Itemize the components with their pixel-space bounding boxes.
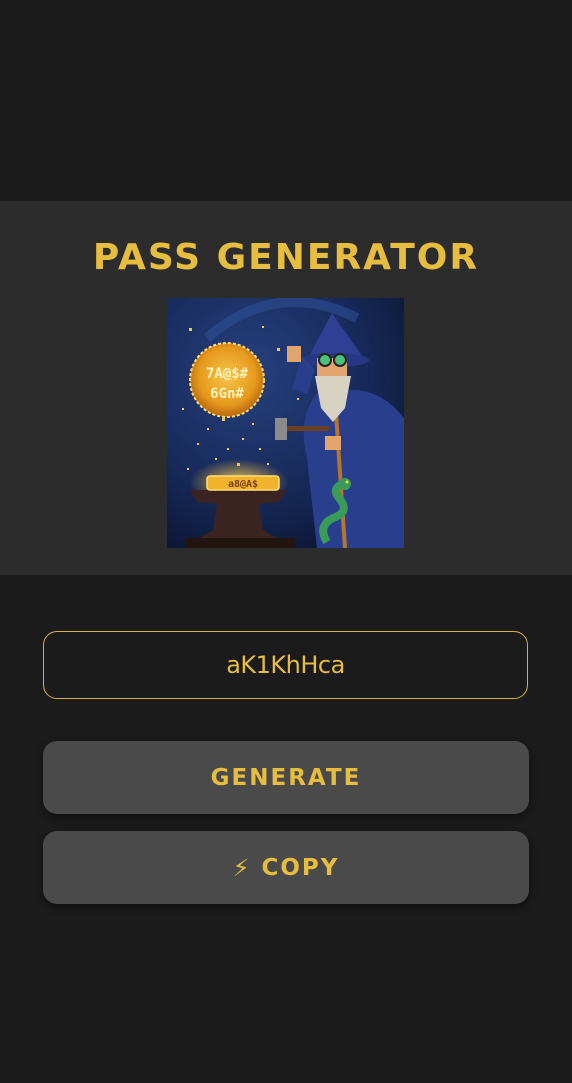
copy-button-label: COPY <box>261 854 340 881</box>
orb-text-line2: 6Gn# <box>210 386 244 402</box>
generate-button[interactable]: GENERATE <box>43 741 529 814</box>
copy-button[interactable]: ⚡ COPY <box>43 831 529 904</box>
app-title: PASS GENERATOR <box>92 237 480 278</box>
generate-button-label: GENERATE <box>210 764 362 791</box>
lightning-icon: ⚡ <box>232 853 250 882</box>
password-output-field[interactable]: aK1KhHca <box>43 631 528 699</box>
wizard-illustration: 7A@$# 6Gn# a8@A$ <box>167 298 404 548</box>
orb-text-line1: 7A@$# <box>206 366 249 382</box>
ingot-text: a8@A$ <box>228 479 258 490</box>
